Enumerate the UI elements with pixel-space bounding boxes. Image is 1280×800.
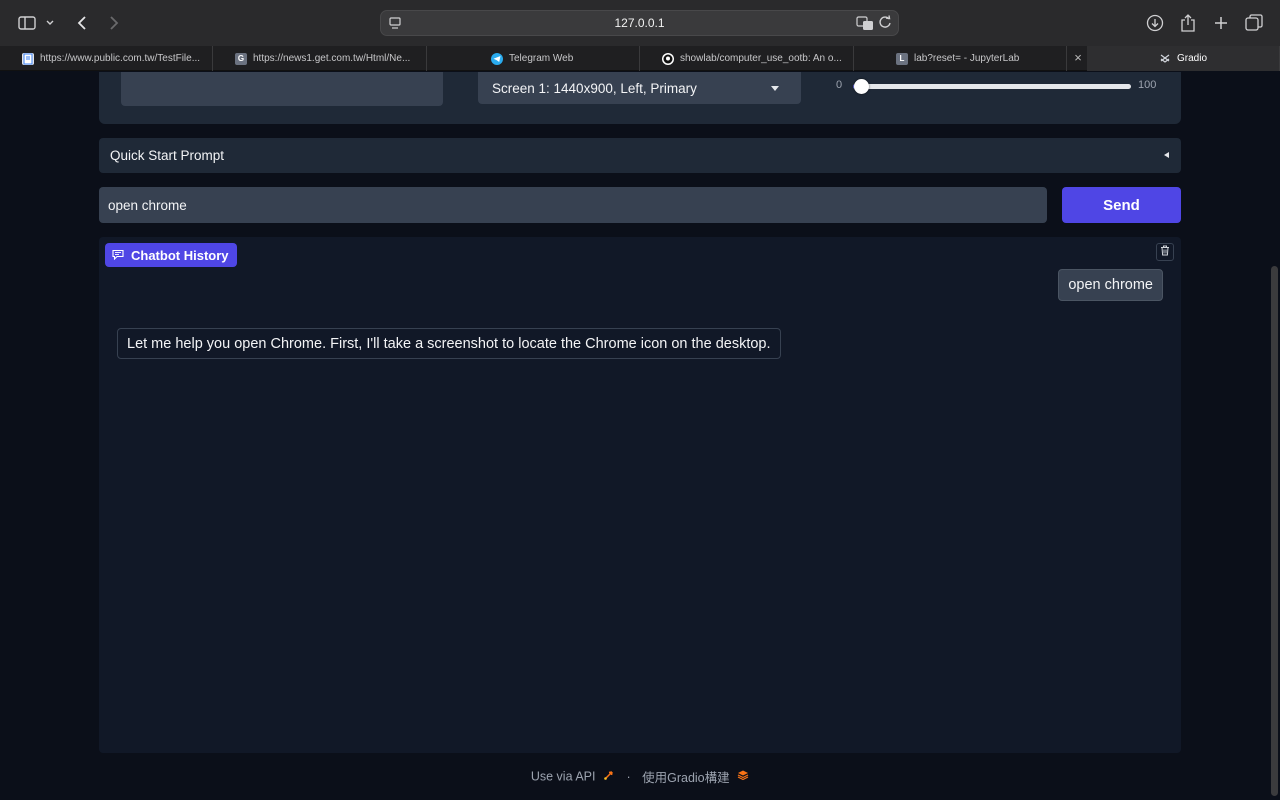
use-via-api-link[interactable]: Use via API [531,770,596,784]
footer-separator: · [626,769,631,784]
chatbot-history: Chatbot History open chrome Let me help … [99,237,1181,753]
telegram-icon [491,52,503,65]
close-tab-icon[interactable]: × [1071,51,1085,65]
translate-icon[interactable] [856,15,874,36]
tab-public-com-tw[interactable]: https://www.public.com.tw/TestFile... [0,46,213,71]
screen-select-value: Screen 1: 1440x900, Left, Primary [492,80,697,96]
new-tab-icon[interactable] [1209,11,1233,35]
gradio-page: Screen 1: 1440x900, Left, Primary 0 100 … [0,72,1280,800]
tab-label: Gradio [1176,53,1207,64]
text-field[interactable] [121,72,443,106]
assistant-message: Let me help you open Chrome. First, I'll… [117,328,781,359]
l-letter-icon: L [896,52,908,65]
dropdown-caret-icon [771,86,779,91]
tab-jupyterlab[interactable]: L lab?reset= - JupyterLab [854,46,1067,71]
browser-toolbar: 127.0.0.1 [0,0,1280,46]
slider-min-label: 0 [836,79,843,91]
slider-thumb[interactable] [854,79,870,94]
footer: Use via API · 使用Gradio構建 [0,767,1280,786]
g-letter-icon: G [235,52,247,65]
document-icon [22,52,34,65]
accordion-toggle-icon [1164,152,1169,158]
rocket-icon [603,770,618,784]
tab-label: showlab/computer_use_ootb: An o... [680,53,842,64]
github-icon [662,52,674,65]
tab-bar: https://www.public.com.tw/TestFile... G … [0,46,1280,71]
slider[interactable] [853,79,1131,94]
back-icon[interactable] [70,11,94,35]
tab-label: https://www.public.com.tw/TestFile... [40,53,201,64]
clear-chat-button[interactable] [1156,243,1174,261]
chevron-down-icon[interactable] [42,11,58,35]
settings-panel: Screen 1: 1440x900, Left, Primary 0 100 [99,72,1181,124]
tab-news1-get-com-tw[interactable]: G https://news1.get.com.tw/Html/Ne... [213,46,427,71]
slider-max-label: 100 [1138,79,1157,91]
gradio-logo-icon [737,770,749,784]
accordion-label: Quick Start Prompt [110,148,225,163]
tab-telegram-web[interactable]: Telegram Web [427,46,640,71]
reload-icon[interactable] [878,15,892,36]
tab-label: Telegram Web [509,53,574,64]
share-icon[interactable] [1176,11,1200,35]
tab-label: https://news1.get.com.tw/Html/Ne... [253,53,411,64]
address-text: 127.0.0.1 [614,16,665,30]
trash-icon [1160,243,1170,261]
chatbot-label: Chatbot History [105,243,237,267]
page-scrollbar[interactable] [1271,266,1278,796]
screen-select-dropdown[interactable]: Screen 1: 1440x900, Left, Primary [478,72,801,104]
download-icon[interactable] [1143,11,1167,35]
address-bar[interactable]: 127.0.0.1 [380,10,899,36]
prompt-input[interactable]: open chrome [99,187,1047,223]
sidebar-toggle-icon[interactable] [15,11,39,35]
chatbot-label-text: Chatbot History [131,247,229,263]
tab-overview-icon[interactable] [1242,11,1266,35]
user-message: open chrome [1058,269,1163,301]
quick-start-prompt-accordion[interactable]: Quick Start Prompt [99,138,1181,173]
built-with-gradio-link[interactable]: 使用Gradio構建 [642,771,730,785]
chat-bubble-icon [112,248,124,263]
tab-gradio[interactable]: Gradio [1087,46,1280,71]
send-button[interactable]: Send [1062,187,1181,223]
gradio-icon [1159,53,1171,65]
tab-github-showlab[interactable]: showlab/computer_use_ootb: An o... [640,46,854,71]
forward-icon[interactable] [102,11,126,35]
tab-label: lab?reset= - JupyterLab [914,53,1020,64]
